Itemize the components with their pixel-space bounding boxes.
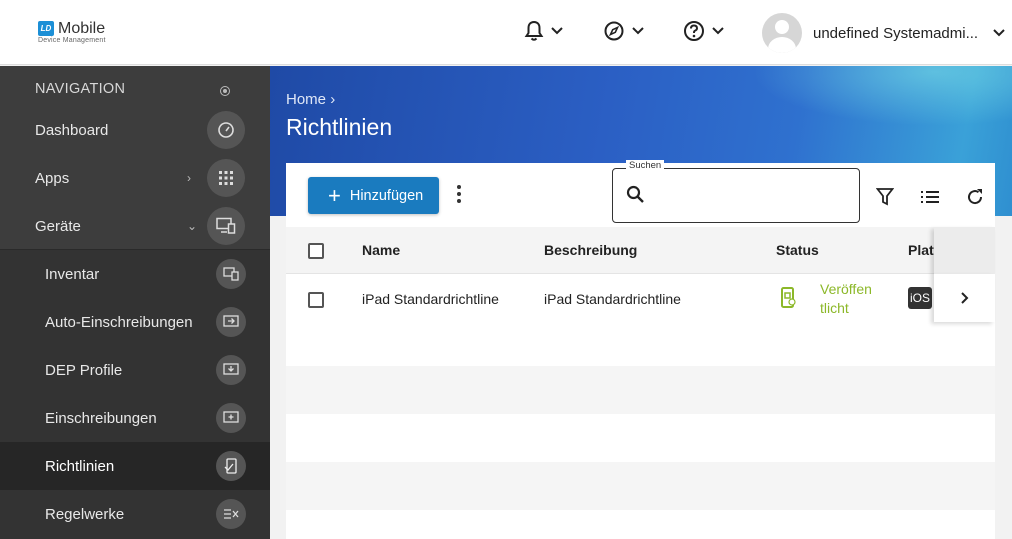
brand-logo[interactable]: LD Mobile Device Management	[38, 21, 106, 44]
sidebar-item-label: Regelwerke	[45, 505, 125, 523]
policy-icon	[216, 451, 246, 481]
table-header: Name Beschreibung Status Platt	[286, 227, 995, 274]
actions-header	[934, 227, 995, 274]
platform-badge: iOS	[908, 287, 932, 309]
chevron-down-icon	[632, 27, 644, 35]
sidebar-item-label: DEP Profile	[45, 361, 123, 379]
gauge-icon	[207, 111, 245, 149]
published-status-icon	[781, 287, 796, 308]
pin-sidebar-icon[interactable]	[220, 86, 230, 96]
chevron-down-icon	[993, 29, 1005, 37]
table-row[interactable]: iPad Standardrichtline iPad Standardrich…	[286, 274, 995, 322]
empty-row	[286, 510, 995, 539]
empty-row	[286, 414, 995, 462]
policies-card: + Hinzufügen Suchen Name Beschreibung St…	[286, 160, 995, 539]
sidebar-item-dep-profile[interactable]: DEP Profile	[0, 346, 270, 394]
rules-icon	[216, 499, 246, 529]
row-status-line1: Veröffen	[820, 281, 872, 297]
sidebar-item-regelwerke[interactable]: Regelwerke	[0, 490, 270, 538]
compass-icon	[604, 21, 624, 41]
sidebar-item-label: Richtlinien	[45, 457, 115, 475]
page-title: Richtlinien	[286, 114, 393, 140]
sidebar-item-einschreibungen[interactable]: Einschreibungen	[0, 394, 270, 442]
breadcrumb-home[interactable]: Home	[286, 91, 326, 108]
add-button-label: Hinzufügen	[349, 187, 424, 204]
sidebar-item-label: Apps	[35, 169, 70, 187]
chevron-right-icon	[960, 292, 968, 304]
enroll-icon	[216, 403, 246, 433]
row-status: Veröffen tlicht	[820, 280, 880, 318]
select-all-checkbox[interactable]	[308, 243, 324, 259]
chevron-down-icon: ⌄	[187, 219, 198, 233]
inventory-icon	[216, 259, 246, 289]
logo-subtitle: Device Management	[38, 37, 106, 44]
empty-row	[286, 462, 995, 510]
sidebar-item-apps[interactable]: Apps ›	[0, 154, 270, 202]
sidebar-item-geraete[interactable]: Geräte ⌄	[0, 202, 270, 250]
sidebar: NAVIGATION Dashboard Apps › Geräte ⌄ Inv…	[0, 66, 270, 539]
top-bar: LD Mobile Device Management undefined Sy…	[0, 0, 1012, 65]
chevron-right-icon: ›	[330, 91, 336, 108]
row-name: iPad Standardrichtline	[362, 291, 499, 307]
column-description[interactable]: Beschreibung	[544, 242, 637, 258]
row-checkbox[interactable]	[308, 292, 324, 308]
avatar	[762, 13, 802, 53]
more-options-icon[interactable]	[454, 185, 464, 207]
chevron-right-icon: ›	[187, 171, 191, 185]
sidebar-item-dashboard[interactable]: Dashboard	[0, 106, 270, 154]
filter-icon[interactable]	[876, 187, 894, 207]
search-input[interactable]	[653, 183, 848, 207]
refresh-icon[interactable]	[965, 187, 985, 207]
plus-icon: +	[328, 182, 341, 208]
help-icon	[684, 21, 704, 41]
logo-name: Mobile	[58, 20, 106, 37]
row-description: iPad Standardrichtline	[544, 291, 681, 307]
empty-row	[286, 322, 995, 370]
chevron-down-icon	[712, 27, 724, 35]
sidebar-item-label: Einschreibungen	[45, 409, 157, 427]
chevron-down-icon	[551, 27, 563, 35]
user-menu[interactable]: undefined Systemadmi...	[762, 13, 1006, 53]
row-actions-column	[934, 227, 995, 322]
grid-icon	[207, 159, 245, 197]
sidebar-item-inventar[interactable]: Inventar	[0, 250, 270, 298]
sidebar-item-label: Inventar	[45, 265, 100, 283]
compass-menu[interactable]	[603, 20, 645, 42]
breadcrumb[interactable]: Home ›	[286, 91, 335, 108]
devices-icon	[207, 207, 245, 245]
column-name[interactable]: Name	[362, 242, 400, 258]
list-view-icon[interactable]	[920, 190, 940, 204]
help-menu[interactable]	[683, 20, 725, 42]
sidebar-item-label: Dashboard	[35, 121, 109, 139]
sidebar-item-auto-einschreibungen[interactable]: Auto-Einschreibungen	[0, 298, 270, 346]
row-status-line2: tlicht	[820, 300, 849, 316]
sidebar-item-richtlinien[interactable]: Richtlinien	[0, 442, 270, 490]
notifications-menu[interactable]	[524, 20, 564, 42]
sidebar-item-label: Auto-Einschreibungen	[45, 313, 193, 331]
add-button[interactable]: + Hinzufügen	[308, 177, 439, 214]
dep-profile-icon	[216, 355, 246, 385]
empty-row	[286, 366, 995, 414]
nav-heading: NAVIGATION	[35, 81, 126, 97]
logo-badge: LD	[38, 21, 54, 36]
open-row-button[interactable]	[934, 274, 995, 322]
auto-enroll-icon	[216, 307, 246, 337]
search-label: Suchen	[626, 160, 665, 171]
column-status[interactable]: Status	[776, 242, 819, 258]
sidebar-item-label: Geräte	[35, 217, 81, 235]
search-field[interactable]: Suchen	[612, 160, 860, 223]
user-name: undefined Systemadmi...	[813, 24, 979, 42]
bell-icon	[524, 20, 544, 41]
search-icon	[626, 185, 644, 203]
